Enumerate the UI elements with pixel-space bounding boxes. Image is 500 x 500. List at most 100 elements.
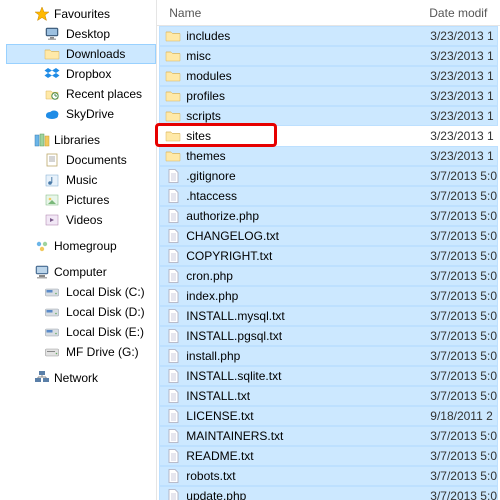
file-row[interactable]: authorize.php3/7/2013 5:0 [159, 206, 498, 226]
file-name: includes [186, 29, 430, 43]
libraries-item[interactable]: Pictures [6, 190, 156, 210]
file-icon [160, 328, 186, 344]
file-row[interactable]: LICENSE.txt9/18/2011 2 [159, 406, 498, 426]
favourites-item[interactable]: Desktop [6, 24, 156, 44]
skydrive-icon [44, 106, 60, 122]
computer-item[interactable]: Local Disk (E:) [6, 322, 156, 342]
recent-icon [44, 86, 60, 102]
folder-icon [160, 68, 186, 84]
file-date: 3/7/2013 5:0 [430, 269, 497, 283]
file-row[interactable]: COPYRIGHT.txt3/7/2013 5:0 [159, 246, 498, 266]
file-row[interactable]: INSTALL.pgsql.txt3/7/2013 5:0 [159, 326, 498, 346]
file-list[interactable]: includes3/23/2013 1misc3/23/2013 1module… [157, 26, 500, 500]
file-name: robots.txt [186, 469, 430, 483]
file-row[interactable]: robots.txt3/7/2013 5:0 [159, 466, 498, 486]
folder-icon [44, 46, 60, 62]
file-date: 3/23/2013 1 [430, 109, 497, 123]
file-name: INSTALL.mysql.txt [186, 309, 430, 323]
file-row[interactable]: MAINTAINERS.txt3/7/2013 5:0 [159, 426, 498, 446]
file-icon [160, 368, 186, 384]
dropbox-icon [44, 66, 60, 82]
column-date[interactable]: Date modif [429, 6, 500, 20]
file-name: README.txt [186, 449, 430, 463]
favourites-item[interactable]: Recent places [6, 84, 156, 104]
libraries-label: Libraries [54, 133, 100, 147]
file-date: 3/7/2013 5:0 [430, 289, 497, 303]
folder-row[interactable]: misc3/23/2013 1 [159, 46, 498, 66]
libraries-item[interactable]: Music [6, 170, 156, 190]
file-name: scripts [186, 109, 430, 123]
computer-item[interactable]: MF Drive (G:) [6, 342, 156, 362]
file-date: 9/18/2011 2 [430, 409, 497, 423]
folder-icon [160, 28, 186, 44]
folder-row[interactable]: sites3/23/2013 1 [159, 126, 498, 146]
network-label: Network [54, 371, 98, 385]
file-date: 3/7/2013 5:0 [430, 189, 497, 203]
computer-label: Computer [54, 265, 107, 279]
navigation-pane: Favourites DesktopDownloads Dropbox Recent… [0, 0, 156, 500]
folder-icon [160, 88, 186, 104]
file-name: .htaccess [186, 189, 430, 203]
libraries-icon [34, 132, 50, 148]
computer-item[interactable]: Local Disk (C:) [6, 282, 156, 302]
disk-icon [44, 304, 60, 320]
file-icon [160, 168, 186, 184]
folder-icon [160, 128, 186, 144]
folder-row[interactable]: themes3/23/2013 1 [159, 146, 498, 166]
file-row[interactable]: .htaccess3/7/2013 5:0 [159, 186, 498, 206]
file-row[interactable]: CHANGELOG.txt3/7/2013 5:0 [159, 226, 498, 246]
file-date: 3/23/2013 1 [430, 129, 497, 143]
file-name: misc [186, 49, 430, 63]
file-icon [160, 468, 186, 484]
homegroup-header[interactable]: Homegroup [6, 236, 156, 256]
musiclib-icon [44, 172, 60, 188]
computer-item[interactable]: Local Disk (D:) [6, 302, 156, 322]
folder-icon [160, 108, 186, 124]
file-name: cron.php [186, 269, 430, 283]
desktop-icon [44, 26, 60, 42]
file-date: 3/7/2013 5:0 [430, 169, 497, 183]
favourites-item[interactable]: SkyDrive [6, 104, 156, 124]
nav-item-label: Music [66, 173, 97, 187]
computer-header[interactable]: Computer [6, 262, 156, 282]
file-row[interactable]: README.txt3/7/2013 5:0 [159, 446, 498, 466]
libraries-item[interactable]: Videos [6, 210, 156, 230]
drive-icon [44, 344, 60, 360]
folder-icon [160, 148, 186, 164]
file-pane: Name Date modif includes3/23/2013 1misc3… [156, 0, 500, 500]
file-row[interactable]: INSTALL.txt3/7/2013 5:0 [159, 386, 498, 406]
file-name: profiles [186, 89, 430, 103]
network-header[interactable]: Network [6, 368, 156, 388]
vidlib-icon [44, 212, 60, 228]
file-name: themes [186, 149, 430, 163]
nav-item-label: Documents [66, 153, 127, 167]
file-name: CHANGELOG.txt [186, 229, 430, 243]
folder-row[interactable]: modules3/23/2013 1 [159, 66, 498, 86]
column-name[interactable]: Name [157, 6, 429, 20]
folder-row[interactable]: profiles3/23/2013 1 [159, 86, 498, 106]
favourites-item[interactable]: Dropbox [6, 64, 156, 84]
favourites-header[interactable]: Favourites [6, 4, 156, 24]
file-row[interactable]: index.php3/7/2013 5:0 [159, 286, 498, 306]
libraries-item[interactable]: Documents [6, 150, 156, 170]
file-row[interactable]: INSTALL.sqlite.txt3/7/2013 5:0 [159, 366, 498, 386]
file-row[interactable]: INSTALL.mysql.txt3/7/2013 5:0 [159, 306, 498, 326]
file-row[interactable]: update.php3/7/2013 5:0 [159, 486, 498, 500]
folder-row[interactable]: scripts3/23/2013 1 [159, 106, 498, 126]
file-date: 3/23/2013 1 [430, 49, 497, 63]
favourites-item[interactable]: Downloads [6, 44, 156, 64]
nav-item-label: Dropbox [66, 67, 111, 81]
file-icon [160, 308, 186, 324]
file-icon [160, 288, 186, 304]
file-date: 3/7/2013 5:0 [430, 229, 497, 243]
file-icon [160, 248, 186, 264]
file-icon [160, 428, 186, 444]
file-name: LICENSE.txt [186, 409, 430, 423]
libraries-header[interactable]: Libraries [6, 130, 156, 150]
file-row[interactable]: cron.php3/7/2013 5:0 [159, 266, 498, 286]
file-row[interactable]: install.php3/7/2013 5:0 [159, 346, 498, 366]
file-date: 3/7/2013 5:0 [430, 429, 497, 443]
file-name: update.php [186, 489, 430, 500]
folder-row[interactable]: includes3/23/2013 1 [159, 26, 498, 46]
file-row[interactable]: .gitignore3/7/2013 5:0 [159, 166, 498, 186]
